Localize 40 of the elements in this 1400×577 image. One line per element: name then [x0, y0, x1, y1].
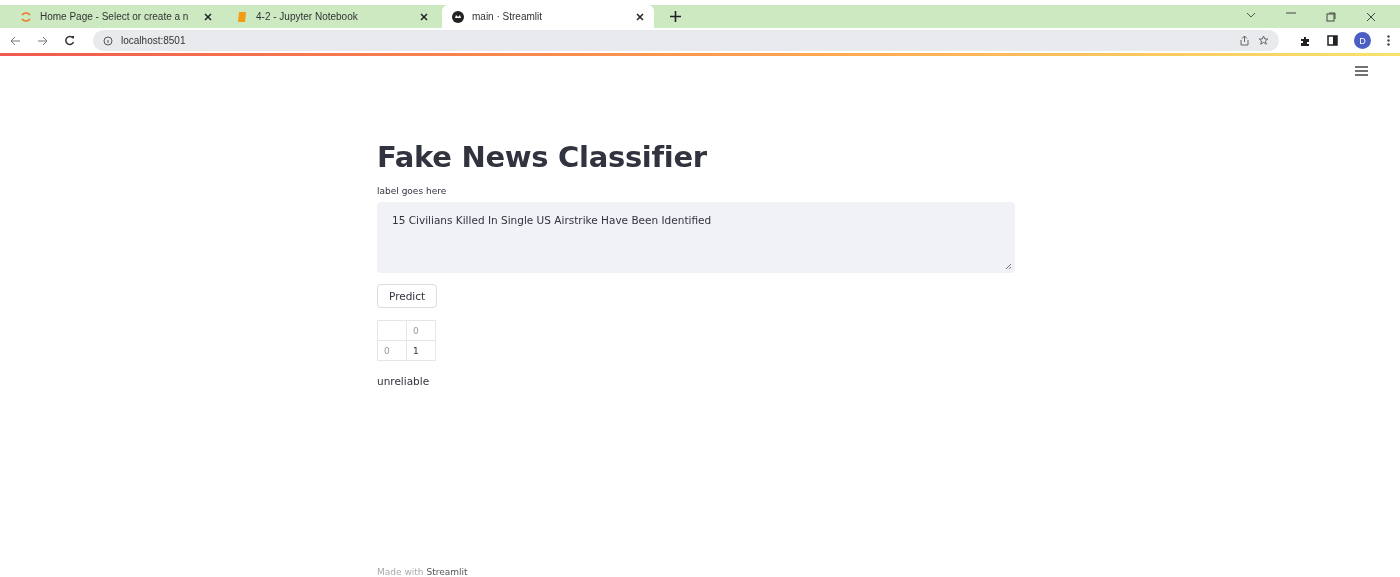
side-panel-icon[interactable] — [1327, 35, 1338, 46]
back-icon[interactable] — [10, 35, 21, 46]
tab-title: Home Page - Select or create a n — [40, 11, 190, 22]
table-cell: 1 — [406, 340, 436, 361]
page-title: Fake News Classifier — [377, 140, 708, 174]
close-icon[interactable] — [1366, 11, 1376, 22]
result-text: unreliable — [377, 375, 431, 387]
footer-link[interactable]: Streamlit — [426, 567, 468, 577]
new-tab-icon[interactable] — [670, 11, 681, 22]
address-bar[interactable]: localhost:8501 — [93, 30, 1279, 51]
browser-tab[interactable]: main · Streamlit — [442, 5, 654, 28]
forward-icon[interactable] — [37, 35, 48, 46]
url-text: localhost:8501 — [121, 35, 187, 46]
close-tab-icon[interactable] — [636, 12, 644, 21]
chevron-down-icon[interactable] — [1246, 11, 1256, 18]
close-tab-icon[interactable] — [420, 12, 428, 21]
browser-tab[interactable]: Home Page - Select or create a n — [10, 5, 222, 28]
text-area[interactable]: 15 Civilians Killed In Single US Airstrike Have Been Identified — [377, 202, 1015, 273]
profile-avatar[interactable]: D — [1354, 32, 1371, 49]
crown-icon — [452, 10, 464, 23]
close-tab-icon[interactable] — [204, 12, 212, 21]
star-icon[interactable] — [1258, 35, 1269, 46]
field-label: label goes here — [377, 186, 448, 196]
notebook-icon — [236, 10, 248, 23]
table-header: 0 — [406, 320, 436, 341]
predict-button[interactable]: Predict — [377, 284, 438, 308]
menu-icon[interactable] — [1355, 66, 1368, 76]
spinner-icon — [20, 10, 32, 23]
share-icon[interactable] — [1239, 35, 1250, 46]
restore-icon[interactable] — [1326, 11, 1336, 22]
info-icon — [103, 35, 113, 46]
browser-tab[interactable]: 4-2 - Jupyter Notebook — [226, 5, 438, 28]
puzzle-icon[interactable] — [1299, 34, 1311, 47]
resize-grip-icon[interactable] — [1005, 263, 1012, 270]
footer-text: Made with — [377, 567, 424, 577]
reload-icon[interactable] — [64, 35, 75, 46]
tab-title: main · Streamlit — [472, 11, 543, 22]
tab-title: 4-2 - Jupyter Notebook — [256, 11, 359, 22]
more-icon[interactable] — [1387, 35, 1390, 46]
row-index: 0 — [377, 340, 407, 361]
